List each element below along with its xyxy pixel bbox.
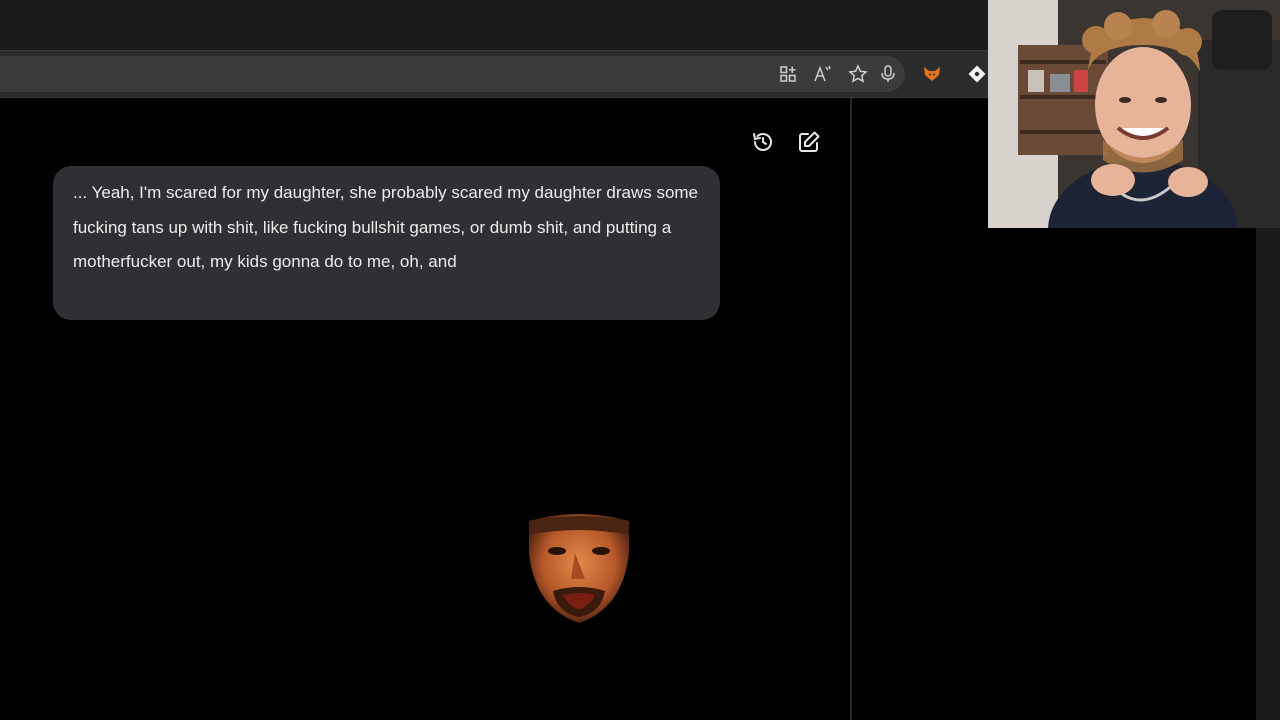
favorite-star-icon[interactable]	[846, 62, 870, 86]
laughing-face-emote	[523, 513, 635, 625]
fox-extension-icon[interactable]	[920, 62, 944, 86]
streamer-webcam-feed	[988, 0, 1280, 228]
diamond-extension-icon[interactable]	[965, 62, 989, 86]
new-chat-edit-icon[interactable]	[795, 128, 823, 156]
app-grid-add-icon[interactable]	[776, 62, 800, 86]
read-aloud-icon[interactable]	[811, 62, 835, 86]
address-bar[interactable]	[0, 56, 905, 92]
user-message-bubble: ... Yeah, I'm scared for my daughter, sh…	[53, 166, 720, 320]
microphone-icon[interactable]	[876, 62, 900, 86]
history-icon[interactable]	[749, 128, 777, 156]
screen: ... Yeah, I'm scared for my daughter, sh…	[0, 0, 1280, 720]
message-text: ... Yeah, I'm scared for my daughter, sh…	[73, 183, 699, 271]
